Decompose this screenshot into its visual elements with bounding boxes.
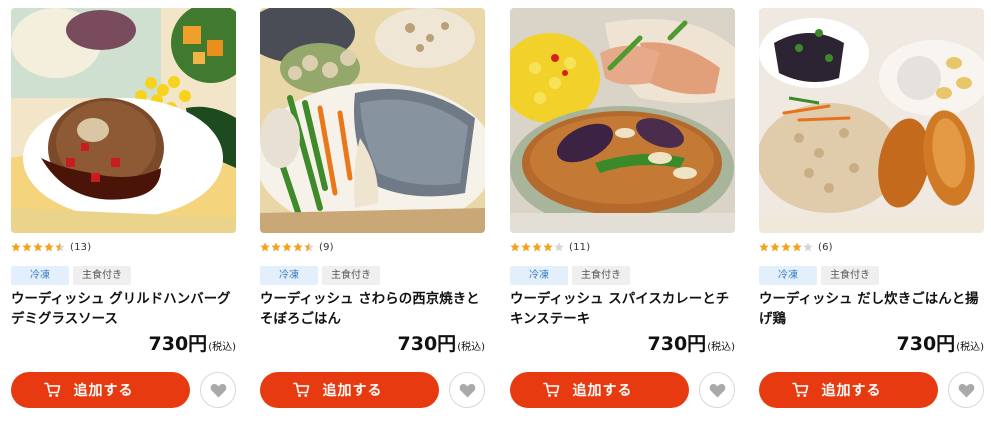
star-icon xyxy=(44,242,54,252)
price: 730 円 (税込) xyxy=(897,329,985,356)
product-card: (13) 冷凍 主食付き ウーディッシュ グリルドハンバーグ デミグラスソース … xyxy=(11,0,236,425)
grilled-fish-photo-icon xyxy=(260,8,485,233)
star-icon xyxy=(55,242,65,252)
star-icon xyxy=(510,242,520,252)
star-icon xyxy=(532,242,542,252)
star-rating xyxy=(11,242,66,252)
review-count: (13) xyxy=(70,241,92,253)
price-value: 730 xyxy=(148,333,189,355)
favorite-button[interactable] xyxy=(449,372,485,408)
cart-icon xyxy=(44,382,61,397)
product-title[interactable]: ウーディッシュ だし炊きごはんと揚げ鶏 xyxy=(759,290,984,330)
review-count: (9) xyxy=(319,241,334,253)
tax-label: (税込) xyxy=(956,342,984,353)
rating: (6) xyxy=(759,240,833,254)
add-to-cart-button[interactable]: 追加する xyxy=(260,372,439,408)
product-grid: (13) 冷凍 主食付き ウーディッシュ グリルドハンバーグ デミグラスソース … xyxy=(0,0,991,425)
add-to-cart-button[interactable]: 追加する xyxy=(11,372,190,408)
star-icon xyxy=(521,242,531,252)
star-icon xyxy=(260,242,270,252)
heart-icon xyxy=(709,383,725,397)
price-value: 730 xyxy=(397,333,438,355)
price: 730 円 (税込) xyxy=(398,329,486,356)
product-card: (6) 冷凍 主食付き ウーディッシュ だし炊きごはんと揚げ鶏 730 円 (税… xyxy=(759,0,984,425)
add-to-cart-button[interactable]: 追加する xyxy=(759,372,938,408)
review-count: (6) xyxy=(818,241,833,253)
cart-icon xyxy=(293,382,310,397)
star-icon xyxy=(792,242,802,252)
heart-icon xyxy=(958,383,974,397)
star-icon xyxy=(11,242,21,252)
badge-group: 冷凍 主食付き xyxy=(260,266,380,285)
frozen-badge: 冷凍 xyxy=(759,266,817,285)
price-currency: 円 xyxy=(437,333,457,355)
add-button-label: 追加する xyxy=(572,382,633,398)
product-image[interactable] xyxy=(759,8,984,233)
star-rating xyxy=(759,242,814,252)
heart-icon xyxy=(210,383,226,397)
rating: (9) xyxy=(260,240,334,254)
star-icon xyxy=(282,242,292,252)
cart-icon xyxy=(543,382,560,397)
star-icon xyxy=(22,242,32,252)
tax-label: (税込) xyxy=(457,342,485,353)
tax-label: (税込) xyxy=(208,342,236,353)
star-icon xyxy=(554,242,564,252)
star-icon xyxy=(770,242,780,252)
product-card: (9) 冷凍 主食付き ウーディッシュ さわらの西京焼きとそぼろごはん 730 … xyxy=(260,0,485,425)
tax-label: (税込) xyxy=(707,342,735,353)
rating: (11) xyxy=(510,240,590,254)
price-currency: 円 xyxy=(687,333,707,355)
star-rating xyxy=(510,242,565,252)
hamburg-steak-photo-icon xyxy=(11,8,236,233)
takikomi-rice-photo-icon xyxy=(759,8,984,233)
product-title[interactable]: ウーディッシュ さわらの西京焼きとそぼろごはん xyxy=(260,290,485,330)
product-title[interactable]: ウーディッシュ グリルドハンバーグ デミグラスソース xyxy=(11,290,236,330)
product-image[interactable] xyxy=(510,8,735,233)
product-title[interactable]: ウーディッシュ スパイスカレーとチキンステーキ xyxy=(510,290,735,330)
price-value: 730 xyxy=(647,333,688,355)
star-icon xyxy=(271,242,281,252)
badge-group: 冷凍 主食付き xyxy=(11,266,131,285)
rating: (13) xyxy=(11,240,91,254)
product-image[interactable] xyxy=(11,8,236,233)
frozen-badge: 冷凍 xyxy=(510,266,568,285)
price: 730 円 (税込) xyxy=(648,329,736,356)
review-count: (11) xyxy=(569,241,591,253)
badge-group: 冷凍 主食付き xyxy=(510,266,630,285)
staple-included-badge: 主食付き xyxy=(572,266,630,285)
product-card: (11) 冷凍 主食付き ウーディッシュ スパイスカレーとチキンステーキ 730… xyxy=(510,0,735,425)
badge-group: 冷凍 主食付き xyxy=(759,266,879,285)
frozen-badge: 冷凍 xyxy=(11,266,69,285)
star-icon xyxy=(759,242,769,252)
favorite-button[interactable] xyxy=(200,372,236,408)
staple-included-badge: 主食付き xyxy=(322,266,380,285)
price: 730 円 (税込) xyxy=(149,329,237,356)
heart-icon xyxy=(459,383,475,397)
add-to-cart-button[interactable]: 追加する xyxy=(510,372,689,408)
star-icon xyxy=(781,242,791,252)
price-currency: 円 xyxy=(936,333,956,355)
frozen-badge: 冷凍 xyxy=(260,266,318,285)
star-icon xyxy=(33,242,43,252)
price-value: 730 xyxy=(896,333,937,355)
favorite-button[interactable] xyxy=(948,372,984,408)
price-currency: 円 xyxy=(188,333,208,355)
staple-included-badge: 主食付き xyxy=(821,266,879,285)
star-icon xyxy=(803,242,813,252)
staple-included-badge: 主食付き xyxy=(73,266,131,285)
curry-photo-icon xyxy=(510,8,735,233)
star-rating xyxy=(260,242,315,252)
product-image[interactable] xyxy=(260,8,485,233)
add-button-label: 追加する xyxy=(73,382,134,398)
add-button-label: 追加する xyxy=(322,382,383,398)
favorite-button[interactable] xyxy=(699,372,735,408)
cart-icon xyxy=(792,382,809,397)
star-icon xyxy=(304,242,314,252)
star-icon xyxy=(543,242,553,252)
add-button-label: 追加する xyxy=(821,382,882,398)
star-icon xyxy=(293,242,303,252)
